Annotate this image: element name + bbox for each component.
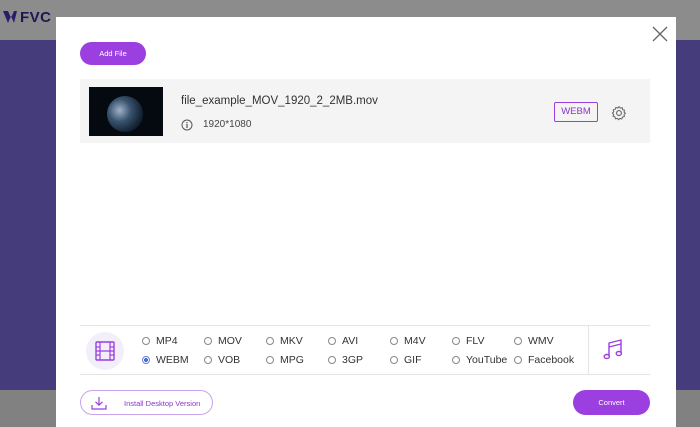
format-label: 3GP (342, 354, 364, 366)
install-label: Install Desktop Version (124, 399, 201, 408)
format-label: MP4 (156, 335, 178, 347)
format-label: VOB (218, 354, 241, 366)
thumbnail-planet (107, 96, 143, 132)
format-label: WEBM (156, 354, 189, 366)
file-name: file_example_MOV_1920_2_2MB.mov (181, 95, 378, 107)
format-label: MKV (280, 335, 303, 347)
format-label: YouTube (466, 354, 508, 366)
close-button[interactable] (651, 25, 669, 43)
format-option-youtube[interactable]: YouTube (452, 354, 507, 366)
format-label: MOV (218, 335, 242, 347)
format-selector: MP4 MOV MKV AVI M4V FLV WMV WEBM VOB MPG… (80, 325, 650, 375)
music-note-icon (603, 339, 623, 360)
output-format-badge[interactable]: WEBM (554, 102, 598, 122)
close-icon (652, 26, 668, 42)
film-icon (95, 341, 115, 361)
gear-icon[interactable] (611, 105, 627, 121)
format-option-avi[interactable]: AVI (328, 335, 358, 347)
radio-mov[interactable] (204, 337, 212, 345)
format-option-vob[interactable]: VOB (204, 354, 240, 366)
format-option-flv[interactable]: FLV (452, 335, 484, 347)
format-label: FLV (466, 335, 485, 347)
format-label: WMV (528, 335, 554, 347)
format-option-mp4[interactable]: MP4 (142, 335, 178, 347)
format-option-mpg[interactable]: MPG (266, 354, 304, 366)
radio-m4v[interactable] (390, 337, 398, 345)
converter-modal: Add File file_example_MOV_1920_2_2MB.mov… (56, 17, 676, 427)
video-format-tab[interactable] (86, 332, 124, 370)
radio-youtube[interactable] (452, 356, 460, 364)
format-option-mov[interactable]: MOV (204, 335, 242, 347)
format-option-m4v[interactable]: M4V (390, 335, 426, 347)
radio-mkv[interactable] (266, 337, 274, 345)
format-option-wmv[interactable]: WMV (514, 335, 554, 347)
video-thumbnail (89, 87, 163, 136)
install-desktop-button[interactable]: Install Desktop Version (80, 390, 213, 415)
convert-button[interactable]: Convert (573, 390, 650, 415)
radio-webm[interactable] (142, 356, 150, 364)
radio-flv[interactable] (452, 337, 460, 345)
file-item: file_example_MOV_1920_2_2MB.mov 1920*108… (80, 79, 650, 143)
format-label: GIF (404, 354, 422, 366)
download-icon (91, 397, 107, 410)
info-icon[interactable] (181, 119, 193, 131)
format-option-webm[interactable]: WEBM (142, 354, 189, 366)
radio-vob[interactable] (204, 356, 212, 364)
radio-3gp[interactable] (328, 356, 336, 364)
radio-gif[interactable] (390, 356, 398, 364)
format-option-3gp[interactable]: 3GP (328, 354, 363, 366)
radio-wmv[interactable] (514, 337, 522, 345)
radio-facebook[interactable] (514, 356, 522, 364)
radio-avi[interactable] (328, 337, 336, 345)
radio-mp4[interactable] (142, 337, 150, 345)
format-option-facebook[interactable]: Facebook (514, 354, 574, 366)
file-resolution: 1920*1080 (203, 119, 252, 130)
format-label: MPG (280, 354, 304, 366)
radio-mpg[interactable] (266, 356, 274, 364)
format-option-gif[interactable]: GIF (390, 354, 422, 366)
add-file-button[interactable]: Add File (80, 42, 146, 65)
format-label: AVI (342, 335, 359, 347)
format-label: Facebook (528, 354, 575, 366)
format-option-mkv[interactable]: MKV (266, 335, 303, 347)
audio-format-tab[interactable] (588, 326, 650, 374)
format-label: M4V (404, 335, 426, 347)
